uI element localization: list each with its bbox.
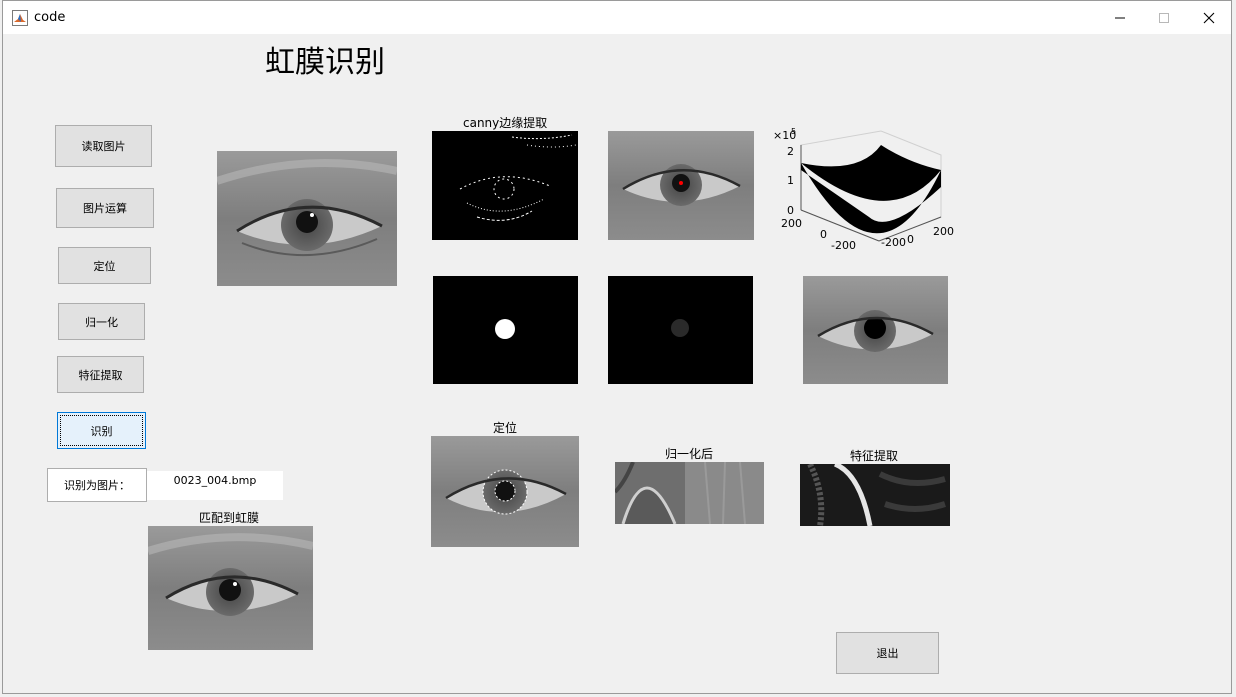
minimize-icon xyxy=(1115,17,1125,18)
x-tick-neg200: -200 xyxy=(881,236,906,249)
z-tick-2: 2 xyxy=(787,145,794,158)
maximize-button[interactable] xyxy=(1141,1,1187,34)
close-icon xyxy=(1203,12,1215,23)
result-value: 0023_004.bmp xyxy=(147,471,283,500)
result-label: 识别为图片： xyxy=(47,468,147,502)
matlab-icon xyxy=(12,10,28,26)
locate-caption: 定位 xyxy=(493,421,518,435)
pupil-filled-image xyxy=(803,276,948,384)
canny-caption: canny边缘提取 xyxy=(463,116,548,130)
image-ops-button[interactable]: 图片运算 xyxy=(56,188,154,228)
located-eye-image xyxy=(431,436,579,547)
title-bar: code xyxy=(3,1,1231,34)
y-tick-0: 0 xyxy=(820,228,827,241)
matched-caption: 匹配到虹膜 xyxy=(199,511,260,525)
read-image-button[interactable]: 读取图片 xyxy=(55,125,152,167)
recognize-button[interactable]: 识别 xyxy=(57,412,146,449)
z-tick-1: 1 xyxy=(787,174,794,187)
y-tick-neg200: -200 xyxy=(831,239,856,252)
x-tick-200: 200 xyxy=(933,225,954,238)
minimize-button[interactable] xyxy=(1097,1,1143,34)
normalize-button[interactable]: 归一化 xyxy=(58,303,145,340)
pupil-marked-image xyxy=(608,131,754,240)
feature-caption: 特征提取 xyxy=(850,449,899,463)
x-tick-0: 0 xyxy=(907,233,914,246)
canny-edge-image xyxy=(432,131,578,240)
feature-extract-button[interactable]: 特征提取 xyxy=(57,356,144,393)
z-tick-0: 0 xyxy=(787,204,794,217)
y-tick-200: 200 xyxy=(781,217,802,230)
hough-surface-plot: ×10 5 2 1 0 200 0 -200 -200 0 200 xyxy=(773,127,954,252)
locate-button[interactable]: 定位 xyxy=(58,247,151,284)
page-title: 虹膜识别 xyxy=(265,45,385,80)
original-eye-image xyxy=(217,151,397,286)
window-title: code xyxy=(34,10,66,25)
normalized-caption: 归一化后 xyxy=(665,447,714,461)
app-window: code 虹膜识别 读取图片 图片运算 定位 归一化 特征提取 识别 识别为图片… xyxy=(2,0,1232,694)
matched-eye-image xyxy=(148,526,313,650)
normalized-iris-image xyxy=(615,462,764,524)
pupil-mask-image xyxy=(608,276,753,384)
pupil-binary-image xyxy=(433,276,578,384)
plot-exponent-power: 5 xyxy=(791,127,796,136)
feature-image xyxy=(800,464,950,526)
close-button[interactable] xyxy=(1186,1,1232,34)
exit-button[interactable]: 退出 xyxy=(836,632,939,674)
maximize-icon xyxy=(1159,12,1169,23)
